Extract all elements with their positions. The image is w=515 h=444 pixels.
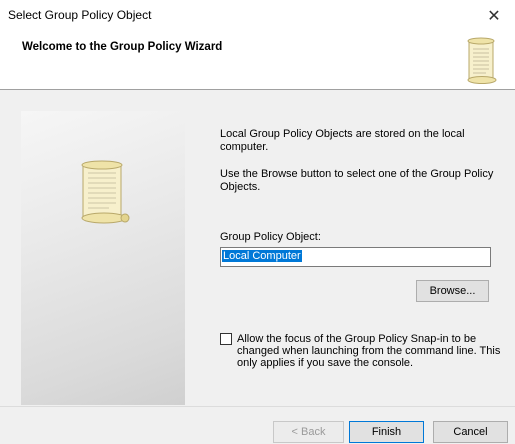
gpo-input[interactable]: Local Computer bbox=[220, 247, 491, 267]
gpo-value: Local Computer bbox=[222, 250, 302, 262]
browse-button[interactable]: Browse... bbox=[416, 280, 489, 302]
scroll-icon bbox=[81, 160, 130, 224]
gpo-label: Group Policy Object: bbox=[220, 231, 321, 243]
cancel-button[interactable]: Cancel bbox=[433, 421, 508, 443]
close-icon: ✕ bbox=[487, 7, 501, 25]
close-button[interactable]: ✕ bbox=[473, 0, 515, 31]
scroll-icon bbox=[467, 37, 497, 84]
wizard-header: Welcome to the Group Policy Wizard bbox=[0, 31, 515, 90]
back-button[interactable]: < Back bbox=[273, 421, 344, 443]
wizard-side-image bbox=[21, 111, 185, 405]
wizard-title: Welcome to the Group Policy Wizard bbox=[22, 41, 223, 53]
footer-divider bbox=[0, 406, 515, 407]
finish-button[interactable]: Finish bbox=[349, 421, 424, 443]
description-local-gpo: Local Group Policy Objects are stored on… bbox=[220, 128, 465, 153]
window-title: Select Group Policy Object bbox=[8, 8, 152, 22]
description-browse: Use the Browse button to select one of t… bbox=[220, 168, 494, 193]
focus-checkbox-label[interactable]: Allow the focus of the Group Policy Snap… bbox=[237, 333, 507, 369]
title-bar: Select Group Policy Object ✕ bbox=[0, 0, 515, 31]
focus-checkbox[interactable] bbox=[220, 333, 232, 345]
